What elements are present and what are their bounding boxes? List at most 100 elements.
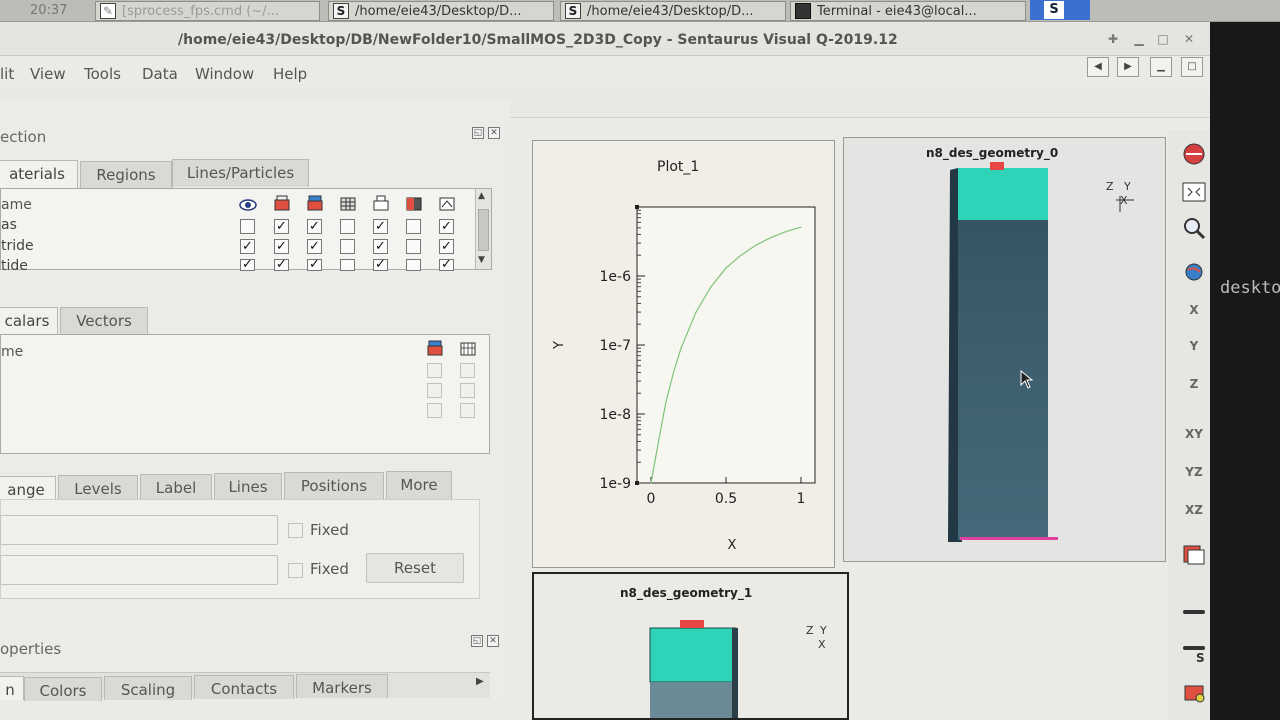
material-visibility-checkbox[interactable]: ✓ — [439, 239, 454, 254]
float-panel-icon[interactable]: ◱ — [471, 635, 483, 647]
outline-icon[interactable] — [372, 195, 390, 211]
table-row[interactable]: as — [1, 217, 475, 237]
bulk-red-icon[interactable] — [426, 340, 444, 356]
menu-view[interactable]: View — [30, 65, 66, 83]
material-visibility-checkbox[interactable]: ✓ — [274, 219, 289, 234]
plot-canvas[interactable]: 1e-9 1e-8 1e-7 1e-6 0 0.5 1 X Y — [533, 141, 834, 567]
material-visibility-checkbox[interactable]: ✓ — [307, 219, 322, 234]
rotate-x-icon[interactable]: X — [1180, 296, 1208, 324]
float-panel-icon[interactable]: ◱ — [472, 127, 484, 139]
material-visibility-checkbox[interactable]: ✓ — [439, 258, 454, 271]
link-icon[interactable] — [1180, 598, 1208, 626]
taskbar-item-editor[interactable]: ✎ [sprocess_fps.cmd (~/... — [95, 1, 320, 21]
material-visibility-checkbox[interactable] — [340, 259, 355, 271]
tab-scroll-right-icon[interactable]: ▶ — [476, 676, 484, 687]
edge-icon[interactable] — [438, 195, 456, 211]
tab-more[interactable]: More — [386, 471, 452, 499]
fixed-max-checkbox[interactable] — [288, 563, 303, 578]
material-visibility-checkbox[interactable]: ✓ — [373, 219, 388, 234]
material-visibility-checkbox[interactable]: ✓ — [373, 239, 388, 254]
zoom-icon[interactable] — [1180, 214, 1208, 242]
tab-scalars[interactable]: calars — [0, 307, 58, 335]
tab-colors[interactable]: Colors — [24, 677, 102, 701]
mdi-restore-icon[interactable]: □ — [1181, 57, 1203, 77]
material-visibility-checkbox[interactable]: ✓ — [274, 239, 289, 254]
material-visibility-checkbox[interactable]: ✓ — [240, 258, 255, 271]
range-min-input[interactable] — [0, 515, 278, 545]
rotate-y-icon[interactable]: Y — [1180, 332, 1208, 360]
scroll-up-icon[interactable]: ▲ — [478, 191, 485, 201]
tab-materials[interactable]: aterials — [0, 160, 78, 188]
scalar-checkbox[interactable] — [460, 363, 475, 378]
grid-icon[interactable] — [339, 195, 357, 211]
scalar-checkbox[interactable] — [427, 363, 442, 378]
scroll-down-icon[interactable]: ▼ — [478, 255, 485, 265]
taskbar-active-app[interactable]: S — [1030, 0, 1090, 20]
taskbar-item-sentaurus-2[interactable]: S /home/eie43/Desktop/D... — [560, 1, 786, 21]
material-visibility-checkbox[interactable] — [406, 219, 421, 234]
scalar-checkbox[interactable] — [460, 383, 475, 398]
table-scrollbar[interactable]: ▲ ▼ — [475, 189, 491, 269]
fill-icon[interactable] — [405, 195, 423, 211]
bulk-red-icon[interactable] — [273, 195, 291, 211]
material-visibility-checkbox[interactable]: ✓ — [240, 239, 255, 254]
minimize-icon[interactable]: ▁ — [1130, 30, 1148, 48]
device-structure-3d[interactable] — [944, 158, 1084, 548]
menu-window[interactable]: Window — [195, 65, 254, 83]
scalar-checkbox[interactable] — [427, 383, 442, 398]
taskbar-item-sentaurus-1[interactable]: S /home/eie43/Desktop/D... — [328, 1, 554, 21]
tab-label[interactable]: Label — [140, 474, 212, 502]
scalar-checkbox[interactable] — [427, 403, 442, 418]
contour-icon[interactable] — [459, 340, 477, 356]
menu-data[interactable]: Data — [142, 65, 178, 83]
previous-icon[interactable]: ◀ — [1087, 57, 1109, 77]
scroll-thumb[interactable] — [478, 209, 489, 251]
tab-lines[interactable]: Lines — [214, 473, 282, 501]
range-max-input[interactable] — [0, 555, 278, 585]
view-xy-icon[interactable]: XY — [1180, 420, 1208, 448]
scalar-checkbox[interactable] — [460, 403, 475, 418]
menu-help[interactable]: Help — [273, 65, 307, 83]
material-visibility-checkbox[interactable] — [406, 259, 421, 271]
close-icon[interactable]: ✕ — [1180, 30, 1198, 48]
link-sync-icon[interactable]: S — [1180, 636, 1208, 665]
close-panel-icon[interactable]: ✕ — [487, 635, 499, 647]
next-icon[interactable]: ▶ — [1117, 57, 1139, 77]
menu-tools[interactable]: Tools — [84, 65, 121, 83]
tab-vectors[interactable]: Vectors — [60, 307, 148, 335]
menu-edit[interactable]: lit — [0, 65, 14, 83]
material-visibility-checkbox[interactable]: ✓ — [307, 239, 322, 254]
view-xz-icon[interactable]: XZ — [1180, 496, 1208, 524]
export-icon[interactable] — [1180, 678, 1208, 706]
geometry-view-1[interactable]: n8_des_geometry_1 Z Y X — [532, 572, 849, 720]
mesh-red-icon[interactable] — [306, 195, 324, 211]
tab-positions[interactable]: Positions — [284, 472, 384, 500]
visibility-eye-icon[interactable] — [239, 197, 257, 213]
fit-to-view-icon[interactable] — [1180, 178, 1208, 206]
tab-contacts[interactable]: Contacts — [194, 675, 294, 699]
table-row[interactable]: tide — [1, 258, 475, 272]
close-panel-icon[interactable]: ✕ — [488, 127, 500, 139]
keep-above-icon[interactable]: ✚ — [1104, 30, 1122, 48]
tab-scaling[interactable]: Scaling — [104, 676, 192, 700]
table-row[interactable]: tride — [1, 238, 475, 258]
material-visibility-checkbox[interactable]: ✓ — [307, 258, 322, 271]
fixed-min-checkbox[interactable] — [288, 523, 303, 538]
material-visibility-checkbox[interactable] — [240, 219, 255, 234]
tab-lines-particles[interactable]: Lines/Particles — [172, 159, 309, 187]
view-3d-icon[interactable] — [1180, 540, 1208, 568]
material-visibility-checkbox[interactable] — [406, 239, 421, 254]
material-visibility-checkbox[interactable]: ✓ — [373, 258, 388, 271]
rotate-z-icon[interactable]: Z — [1180, 370, 1208, 398]
tab-markers[interactable]: Markers — [296, 674, 388, 698]
taskbar-item-terminal[interactable]: Terminal - eie43@local... — [790, 1, 1026, 21]
mdi-minimize-icon[interactable]: ▁ — [1150, 57, 1172, 77]
material-visibility-checkbox[interactable] — [340, 239, 355, 254]
globe-icon[interactable] — [1180, 258, 1208, 286]
geometry-view-0[interactable]: n8_des_geometry_0 Z Y X — [843, 137, 1166, 562]
tab-main[interactable]: n — [0, 676, 24, 700]
device-structure-3d[interactable] — [646, 618, 756, 718]
tab-regions[interactable]: Regions — [80, 161, 172, 189]
rotate-icon[interactable] — [1180, 140, 1208, 168]
view-yz-icon[interactable]: YZ — [1180, 458, 1208, 486]
